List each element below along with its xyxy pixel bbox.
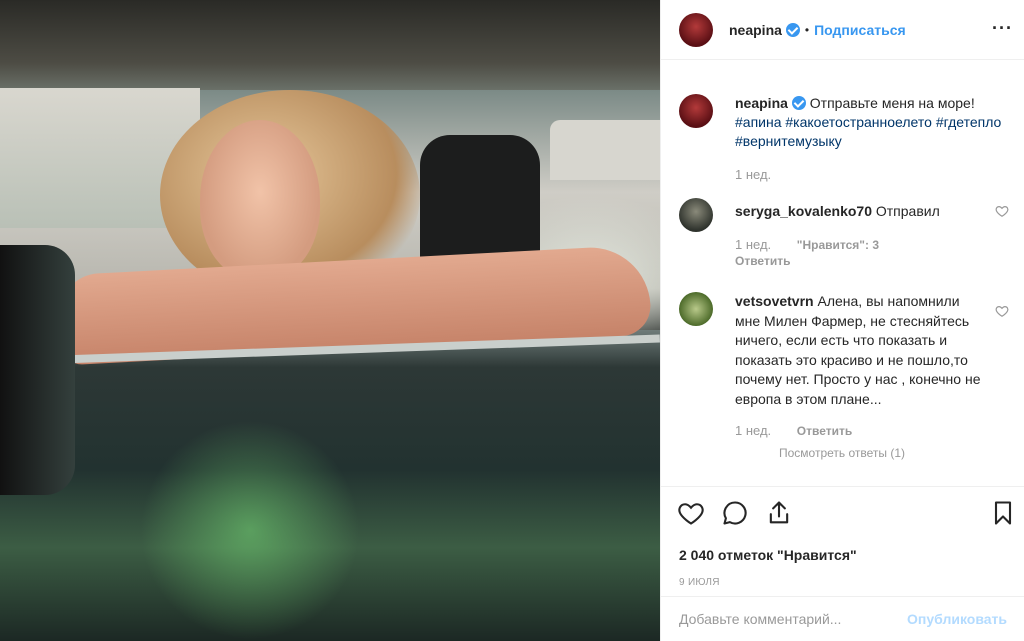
comment-time[interactable]: 1 нед.: [735, 237, 771, 252]
publish-button[interactable]: Опубликовать: [907, 611, 1007, 627]
caption-text: Отправьте меня на море!: [809, 95, 975, 111]
light-flare: [140, 420, 360, 640]
side-mirror: [0, 245, 75, 495]
comment-likes[interactable]: "Нравится": 3: [797, 238, 879, 252]
verified-badge-icon: [785, 22, 800, 37]
view-replies-button[interactable]: Посмотреть ответы (1): [779, 446, 1009, 460]
author-avatar[interactable]: [679, 94, 713, 128]
separator-dot: •: [804, 22, 810, 37]
comment-text: Алена, вы напомнили мне Милен Фармер, не…: [735, 293, 981, 407]
reply-button[interactable]: Ответить: [735, 254, 1009, 268]
rear-window: [550, 120, 660, 180]
post-side-panel: neapina • Подписаться ··· neapina Отправ…: [660, 0, 1024, 641]
face: [200, 120, 320, 280]
heart-icon[interactable]: [677, 499, 705, 527]
comment-icon[interactable]: [721, 499, 749, 527]
hashtag[interactable]: #какоетостранноелето: [785, 114, 932, 130]
likes-count[interactable]: 2 040 отметок "Нравится": [661, 547, 1024, 563]
heart-icon[interactable]: [995, 304, 1009, 318]
comment-username[interactable]: seryga_kovalenko70: [735, 203, 872, 219]
caption-meta: 1 нед.: [735, 167, 1009, 182]
action-icons: [661, 497, 1024, 537]
comment-meta: 1 нед. Ответить: [735, 423, 1009, 438]
caption-username[interactable]: neapina: [735, 95, 788, 111]
post-date[interactable]: 9 июля: [661, 577, 1024, 588]
comment-body: seryga_kovalenko70 Отправил: [735, 198, 1009, 221]
caption-body: neapina Отправьте меня на море! #апина #…: [735, 94, 1009, 151]
comment-time[interactable]: 1 нед.: [735, 423, 771, 438]
post-header: neapina • Подписаться ···: [661, 0, 1024, 60]
author-avatar[interactable]: [679, 12, 713, 47]
post-photo[interactable]: [0, 0, 660, 641]
follow-button[interactable]: Подписаться: [814, 22, 906, 38]
reply-button[interactable]: Ответить: [797, 424, 852, 438]
comment: seryga_kovalenko70 Отправил 1 нед. "Нрав…: [679, 198, 1009, 268]
hashtag[interactable]: #гдетепло: [936, 114, 1002, 130]
caption-time[interactable]: 1 нед.: [735, 167, 771, 182]
share-icon[interactable]: [765, 499, 793, 527]
comments-list[interactable]: neapina Отправьте меня на море! #апина #…: [661, 60, 1024, 486]
post-actions: 2 040 отметок "Нравится" 9 июля: [661, 486, 1024, 596]
verified-badge-icon: [791, 96, 806, 110]
more-icon[interactable]: ···: [992, 18, 1013, 39]
commenter-avatar[interactable]: [679, 292, 713, 326]
heart-icon[interactable]: [995, 204, 1009, 218]
commenter-avatar[interactable]: [679, 198, 713, 232]
comment-input[interactable]: [679, 611, 908, 627]
hashtag[interactable]: #апина: [735, 114, 782, 130]
author-username[interactable]: neapina: [729, 22, 782, 38]
caption: neapina Отправьте меня на море! #апина #…: [679, 94, 1009, 182]
comment-meta: 1 нед. "Нравится": 3: [735, 237, 1009, 252]
bookmark-icon[interactable]: [989, 499, 1017, 527]
add-comment-bar: Опубликовать: [661, 596, 1024, 641]
comment-text: Отправил: [875, 203, 940, 219]
hashtag[interactable]: #вернитемузыку: [735, 133, 842, 149]
comment: vetsovetvrn Алена, вы напомнили мне Миле…: [679, 292, 1009, 460]
comment-username[interactable]: vetsovetvrn: [735, 293, 814, 309]
comment-body: vetsovetvrn Алена, вы напомнили мне Миле…: [735, 292, 1009, 409]
car-roof: [0, 0, 660, 90]
